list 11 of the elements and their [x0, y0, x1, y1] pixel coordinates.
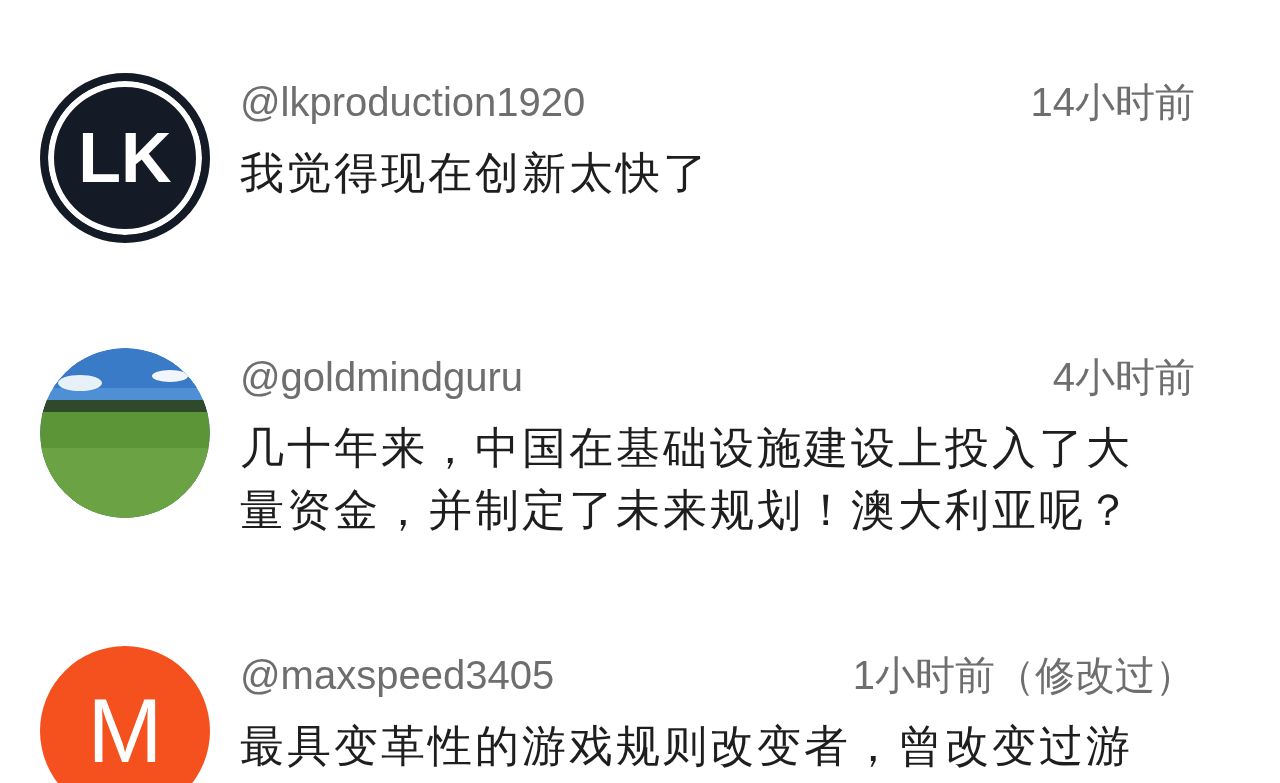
- username[interactable]: @lkproduction1920: [240, 80, 586, 125]
- avatar-logo[interactable]: LK: [40, 73, 210, 243]
- timestamp: 1小时前（修改过）: [852, 652, 1195, 699]
- comment-text: 我觉得现在创新太快了: [240, 146, 711, 200]
- username[interactable]: @maxspeed3405: [240, 653, 555, 698]
- comment-text: 几十年来，中国在基础设施建设上投入了大量资金，并制定了未来规划！澳大利亚呢？: [240, 421, 1134, 537]
- timestamp: 4小时前: [1052, 354, 1195, 401]
- username[interactable]: @goldmindguru: [240, 355, 523, 400]
- comment-text: 最具变革性的游戏规则改变者，曾改变过游: [240, 719, 1134, 773]
- avatar[interactable]: M: [40, 646, 210, 783]
- timestamp: 14小时前: [1030, 79, 1195, 126]
